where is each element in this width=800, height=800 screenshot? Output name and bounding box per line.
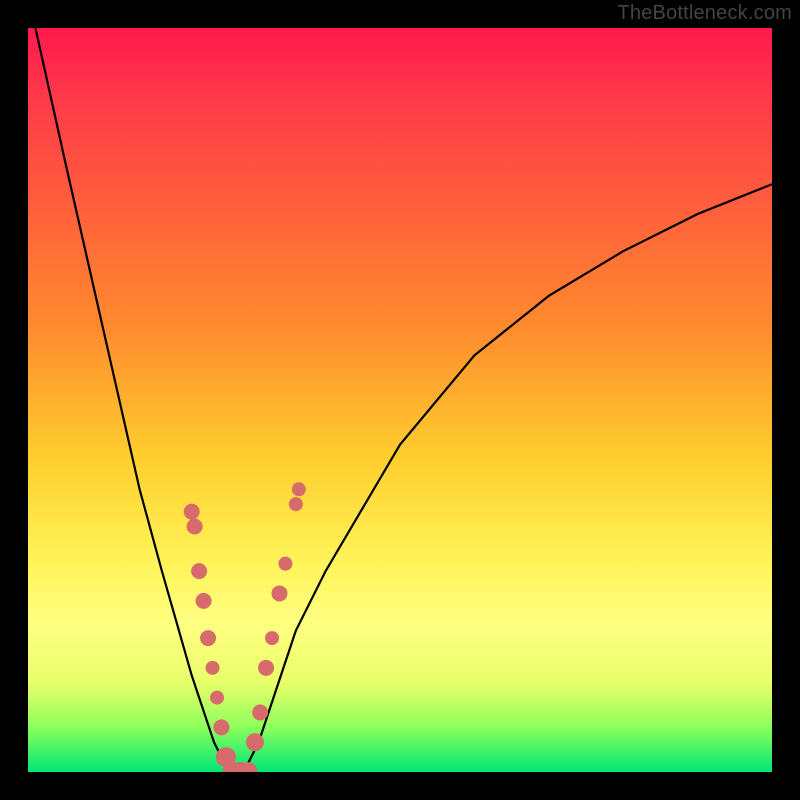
bead-left-2 bbox=[191, 563, 207, 579]
bead-left-7 bbox=[213, 719, 229, 735]
watermark-text: TheBottleneck.com bbox=[617, 2, 792, 25]
bead-right-3 bbox=[265, 631, 279, 645]
curve-right bbox=[244, 184, 772, 772]
bead-right-5 bbox=[278, 557, 292, 571]
beads-group bbox=[184, 482, 306, 772]
bead-right-7 bbox=[292, 482, 306, 496]
bead-right-4 bbox=[271, 585, 287, 601]
bead-left-0 bbox=[184, 504, 200, 520]
chart-frame: TheBottleneck.com bbox=[0, 0, 800, 800]
bead-left-3 bbox=[196, 593, 212, 609]
bead-left-1 bbox=[187, 518, 203, 534]
curve-left bbox=[35, 28, 228, 772]
bead-right-2 bbox=[258, 660, 274, 676]
bead-right-6 bbox=[289, 497, 303, 511]
chart-svg bbox=[28, 28, 772, 772]
plot-area bbox=[28, 28, 772, 772]
bead-left-6 bbox=[210, 691, 224, 705]
bead-left-4 bbox=[200, 630, 216, 646]
bead-left-5 bbox=[206, 661, 220, 675]
bead-right-0 bbox=[246, 733, 264, 751]
bead-right-1 bbox=[252, 704, 268, 720]
